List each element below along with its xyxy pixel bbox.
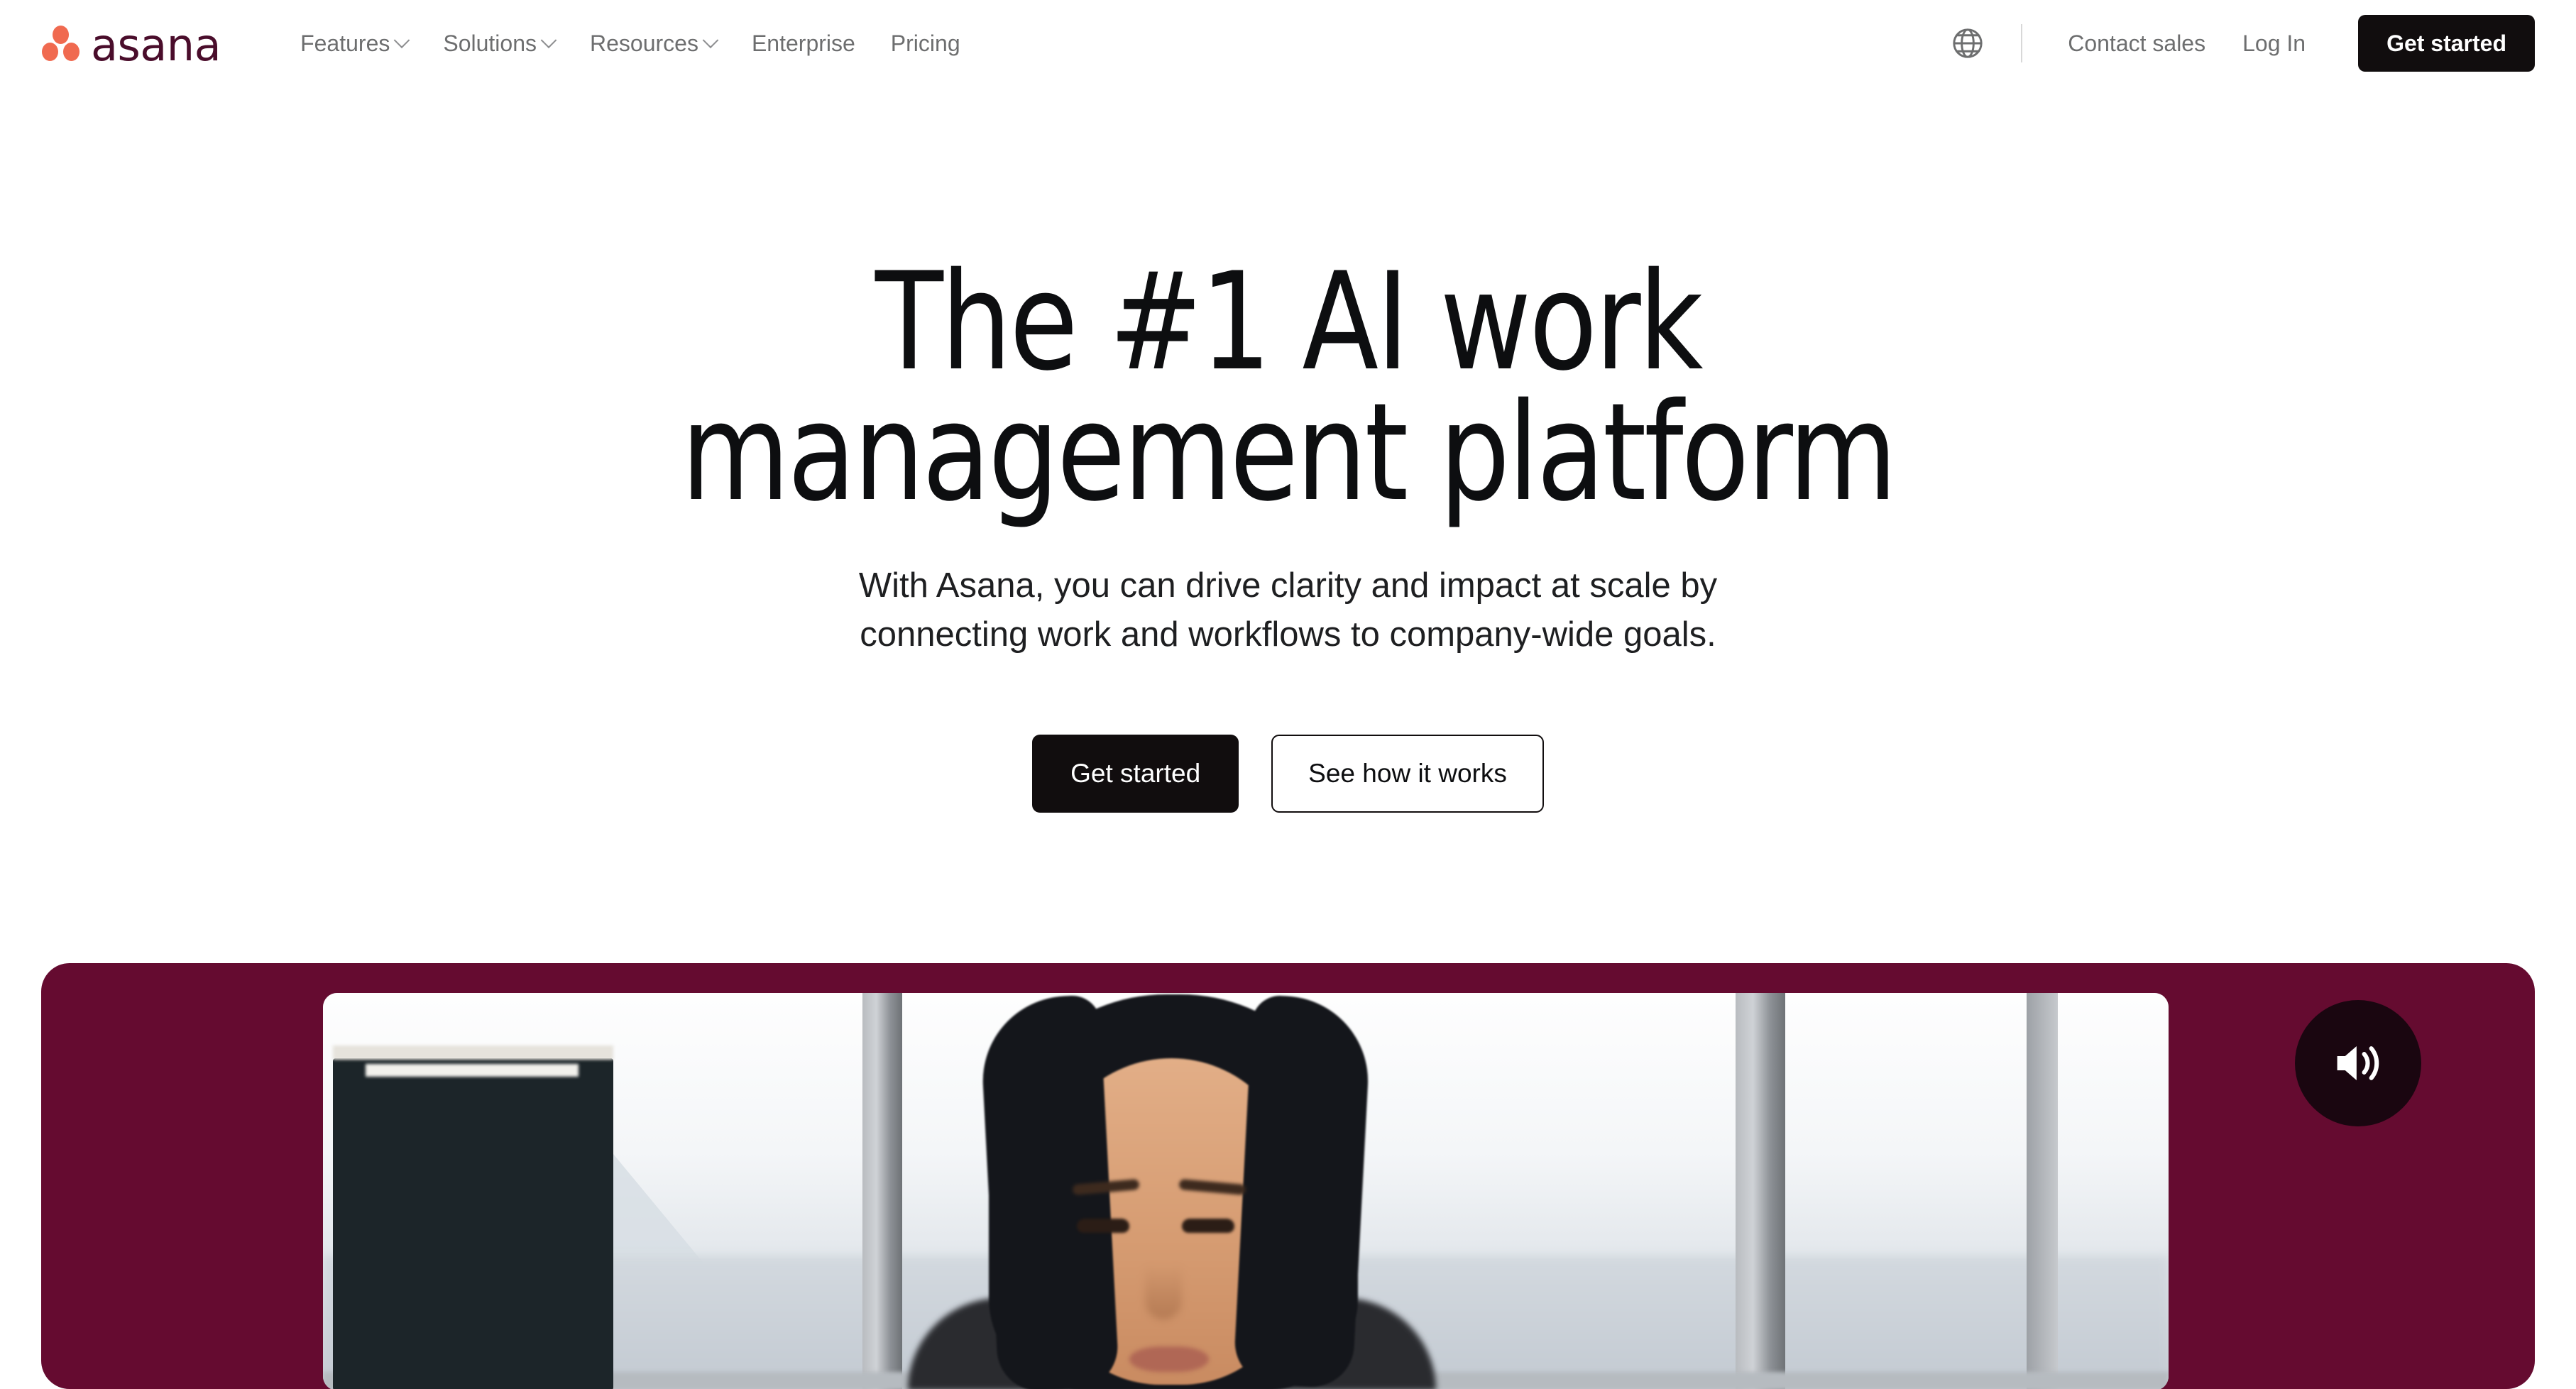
volume-on-icon xyxy=(2337,1045,2379,1081)
asana-logo-dots-icon xyxy=(41,26,81,61)
hero-subtitle: With Asana, you can drive clarity and im… xyxy=(0,561,2576,660)
language-selector-button[interactable] xyxy=(1946,21,1990,65)
nav-item-enterprise[interactable]: Enterprise xyxy=(734,32,873,55)
site-header: asana Features Solutions Resources Enter… xyxy=(0,0,2576,87)
nav-item-features[interactable]: Features xyxy=(300,32,425,55)
nav-item-solutions[interactable]: Solutions xyxy=(425,32,572,55)
chevron-down-icon xyxy=(394,32,410,49)
chevron-down-icon xyxy=(540,32,557,49)
see-how-it-works-button[interactable]: See how it works xyxy=(1271,734,1544,813)
page-title-line-2: management platform xyxy=(681,374,1897,532)
header-actions: Contact sales Log In Get started xyxy=(1946,15,2535,72)
hero-section: The #1 AI work management platform With … xyxy=(0,87,2576,813)
asana-logo[interactable]: asana xyxy=(41,19,221,71)
nav-item-resources[interactable]: Resources xyxy=(572,32,734,55)
page-title-line-1: The #1 AI work xyxy=(875,243,1704,400)
header-divider xyxy=(2021,24,2023,62)
video-still-person xyxy=(895,993,1449,1389)
hero-subtitle-line-1: With Asana, you can drive clarity and im… xyxy=(858,566,1718,605)
nav-item-label: Features xyxy=(300,31,390,56)
nav-item-label: Solutions xyxy=(443,31,537,56)
hero-cta-group: Get started See how it works xyxy=(0,734,2576,813)
nav-item-label: Pricing xyxy=(890,31,960,56)
hero-video-player[interactable] xyxy=(323,993,2169,1389)
globe-icon xyxy=(1953,28,1983,58)
video-still-monitor xyxy=(333,1045,613,1389)
primary-navigation: Features Solutions Resources Enterprise … xyxy=(300,32,978,55)
page-title: The #1 AI work management platform xyxy=(103,87,2473,532)
hero-subtitle-line-2: connecting work and workflows to company… xyxy=(860,615,1716,654)
contact-sales-link[interactable]: Contact sales xyxy=(2049,32,2224,55)
hero-get-started-button[interactable]: Get started xyxy=(1032,734,1239,813)
video-still-window-frame xyxy=(1736,993,1785,1389)
video-volume-toggle-button[interactable] xyxy=(2295,1000,2421,1126)
nav-item-pricing[interactable]: Pricing xyxy=(873,32,978,55)
hero-video-banner xyxy=(41,963,2535,1389)
log-in-link[interactable]: Log In xyxy=(2224,32,2324,55)
video-still-window-frame xyxy=(2027,993,2058,1389)
header-get-started-button[interactable]: Get started xyxy=(2358,15,2535,72)
chevron-down-icon xyxy=(702,32,719,49)
nav-item-label: Enterprise xyxy=(751,31,855,56)
nav-item-label: Resources xyxy=(590,31,698,56)
asana-wordmark: asana xyxy=(91,19,221,71)
